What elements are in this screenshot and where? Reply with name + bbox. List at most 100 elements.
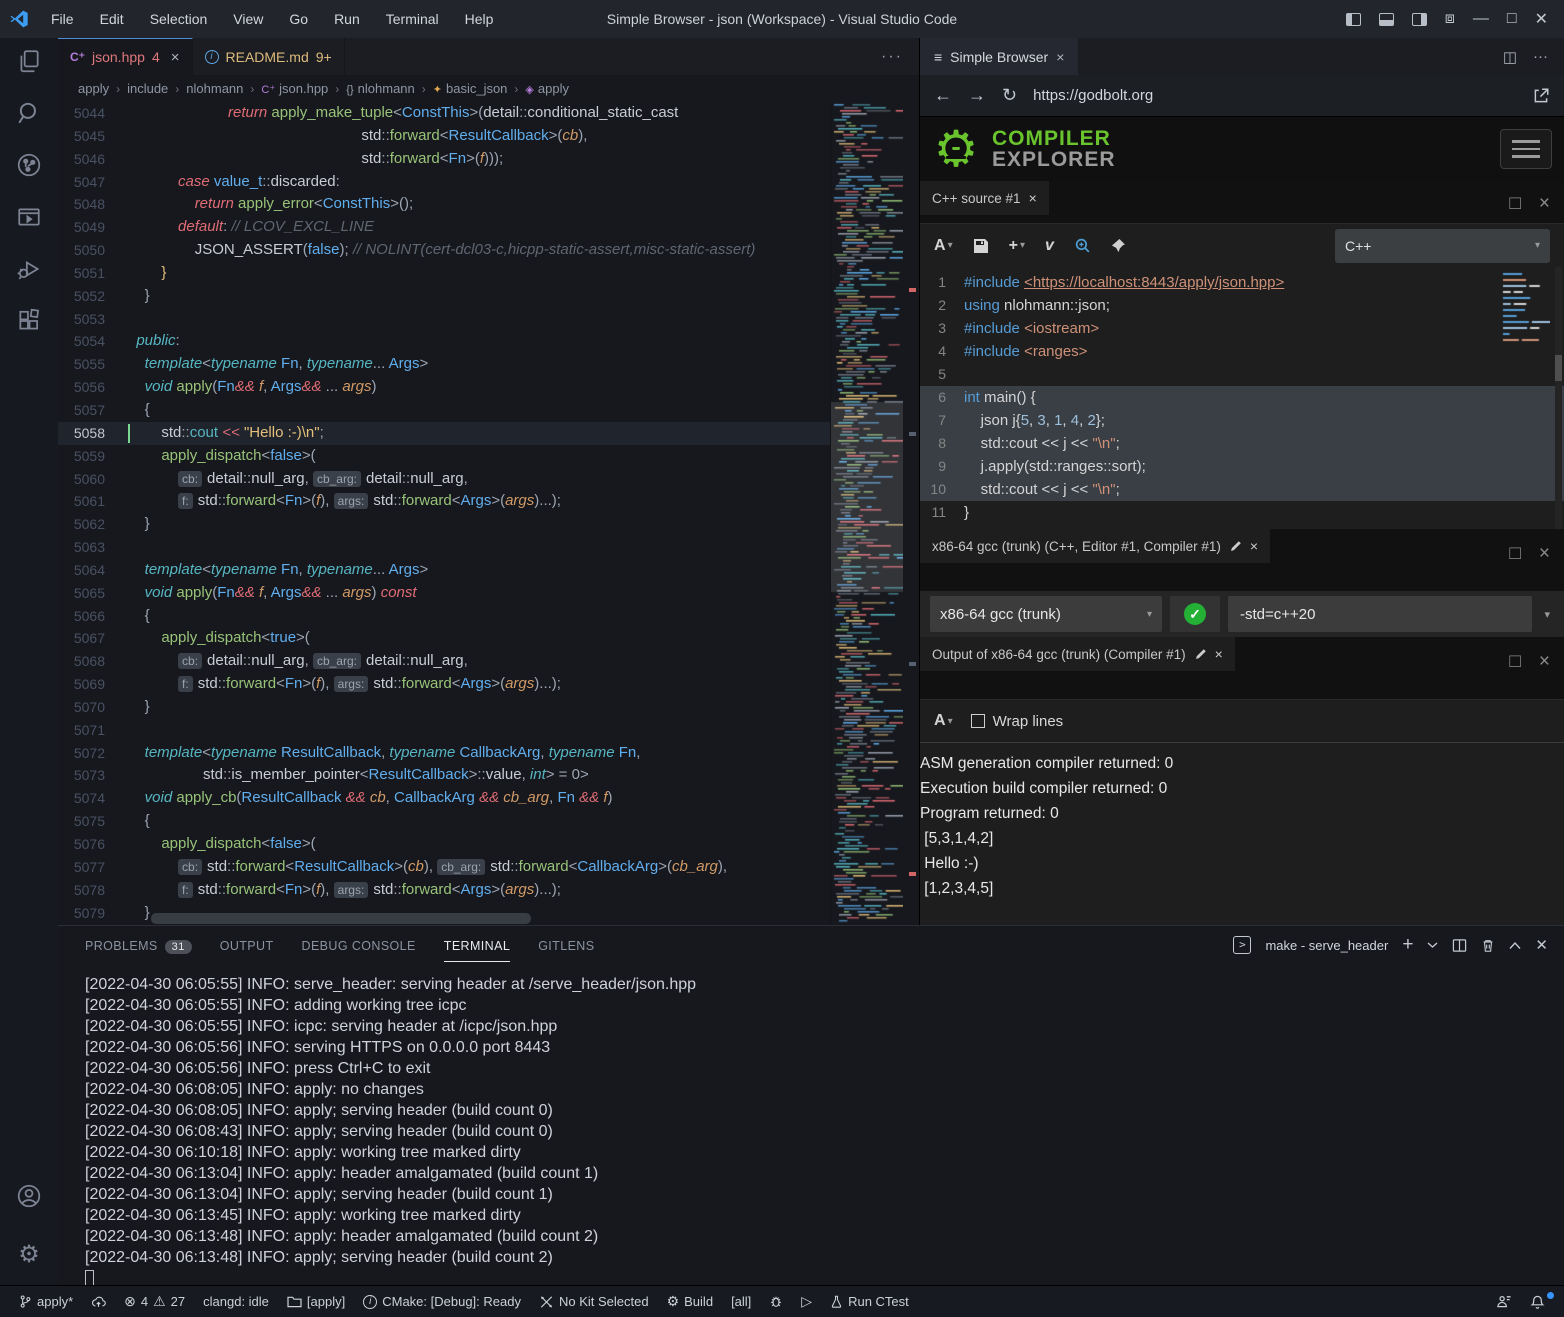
- menu-run[interactable]: Run: [321, 11, 373, 27]
- kill-terminal-icon[interactable]: [1481, 938, 1495, 953]
- breadcrumb-item-nlohmann[interactable]: nlohmann: [186, 81, 243, 96]
- compiler-explorer-logo-text[interactable]: COMPILER EXPLORER: [992, 128, 1116, 170]
- accounts-icon[interactable]: [16, 1183, 42, 1209]
- forward-icon[interactable]: →: [968, 85, 986, 106]
- breadcrumb-item-json.hpp[interactable]: C⁺json.hpp: [261, 81, 328, 96]
- split-editor-icon[interactable]: ◫: [1503, 48, 1517, 66]
- source-control-icon[interactable]: [16, 152, 42, 178]
- debug-item[interactable]: [762, 1286, 790, 1317]
- split-terminal-icon[interactable]: [1452, 938, 1467, 953]
- search-icon[interactable]: [16, 100, 42, 126]
- pin-icon[interactable]: [1111, 238, 1126, 253]
- feedback-item[interactable]: [1489, 1294, 1519, 1309]
- menu-terminal[interactable]: Terminal: [373, 11, 452, 27]
- add-icon[interactable]: +▾: [1009, 237, 1025, 255]
- panel-tab-debug-console[interactable]: DEBUG CONSOLE: [302, 929, 416, 962]
- kit-item[interactable]: No Kit Selected: [532, 1286, 656, 1317]
- toggle-secondary-sidebar-icon[interactable]: [1412, 13, 1427, 26]
- more-actions-icon[interactable]: ···: [1533, 48, 1548, 65]
- close-tab-icon[interactable]: ×: [1056, 49, 1064, 65]
- maximize-pane-icon[interactable]: □: [1509, 193, 1520, 215]
- menu-go[interactable]: Go: [276, 11, 321, 27]
- tab-simple-browser[interactable]: ≡ Simple Browser ×: [920, 38, 1078, 75]
- output-pane-tab[interactable]: Output of x86-64 gcc (trunk) (Compiler #…: [920, 637, 1235, 671]
- cmake-project-item[interactable]: [apply]: [280, 1286, 352, 1317]
- close-pane-icon[interactable]: ×: [1539, 651, 1550, 673]
- font-size-icon[interactable]: A▾: [934, 712, 953, 730]
- compiler-pane-tab[interactable]: x86-64 gcc (trunk) (C++, Editor #1, Comp…: [920, 529, 1270, 563]
- back-icon[interactable]: ←: [934, 85, 952, 106]
- settings-gear-icon[interactable]: ⚙: [16, 1241, 42, 1267]
- breadcrumb-item-apply[interactable]: apply: [78, 81, 109, 96]
- close-icon[interactable]: ×: [1029, 190, 1037, 206]
- maximize-button[interactable]: □: [1507, 10, 1517, 28]
- tab-json-hpp[interactable]: C⁺ json.hpp 4 ×: [58, 38, 193, 75]
- close-panel-icon[interactable]: ✕: [1535, 936, 1548, 954]
- breadcrumb-item-basic_json[interactable]: ✦basic_json: [433, 81, 508, 96]
- minimize-button[interactable]: —: [1473, 10, 1489, 28]
- open-external-icon[interactable]: [1532, 87, 1550, 105]
- toggle-panel-icon[interactable]: [1379, 13, 1394, 26]
- compiler-select[interactable]: x86-64 gcc (trunk)▾: [930, 596, 1162, 632]
- extensions-icon[interactable]: [16, 308, 42, 334]
- run-debug-icon[interactable]: [16, 256, 42, 282]
- menu-selection[interactable]: Selection: [137, 11, 221, 27]
- panel-tab-output[interactable]: OUTPUT: [220, 929, 274, 962]
- save-icon[interactable]: [973, 238, 989, 254]
- terminal-output[interactable]: [2022-04-30 06:05:55] INFO: serve_header…: [58, 964, 1564, 1285]
- customize-layout-icon[interactable]: ⧈: [1445, 10, 1455, 28]
- maximize-pane-icon[interactable]: □: [1509, 543, 1520, 565]
- breadcrumb-item-apply[interactable]: ◈apply: [525, 81, 569, 96]
- panel-tab-terminal[interactable]: TERMINAL: [444, 929, 510, 962]
- panel-tab-gitlens[interactable]: GITLENS: [538, 929, 594, 962]
- close-icon[interactable]: ×: [1215, 646, 1223, 662]
- sync-changes-item[interactable]: [84, 1286, 113, 1317]
- wrap-lines-checkbox[interactable]: Wrap lines: [971, 713, 1064, 730]
- toggle-sidebar-icon[interactable]: [1346, 13, 1361, 26]
- reload-icon[interactable]: ↻: [1002, 85, 1017, 106]
- url-input[interactable]: https://godbolt.org: [1033, 87, 1516, 104]
- git-branch-item[interactable]: apply*: [12, 1286, 80, 1317]
- compiler-explorer-logo-icon[interactable]: ⚙: [930, 123, 982, 175]
- explorer-icon[interactable]: [16, 48, 42, 74]
- source-pane-tab[interactable]: C++ source #1 ×: [920, 181, 1049, 215]
- language-select[interactable]: C++▾: [1335, 229, 1550, 263]
- cmake-status-item[interactable]: i CMake: [Debug]: Ready: [356, 1286, 528, 1317]
- new-terminal-icon[interactable]: +: [1402, 934, 1413, 956]
- close-pane-icon[interactable]: ×: [1539, 543, 1550, 565]
- ctest-item[interactable]: Run CTest: [823, 1286, 916, 1317]
- menu-file[interactable]: File: [38, 11, 87, 27]
- horizontal-scrollbar[interactable]: [151, 913, 531, 924]
- zoom-search-icon[interactable]: [1074, 237, 1091, 254]
- godbolt-source-editor[interactable]: 1#include <https://localhost:8443/apply/…: [920, 267, 1564, 529]
- close-pane-icon[interactable]: ×: [1539, 193, 1550, 215]
- editor-more-actions-icon[interactable]: ···: [881, 38, 919, 75]
- breadcrumb-item-include[interactable]: include: [127, 81, 168, 96]
- terminal-dropdown-icon[interactable]: [1427, 941, 1438, 949]
- compiler-options-input[interactable]: -std=c++20: [1228, 596, 1532, 632]
- rename-pane-icon[interactable]: [1194, 648, 1207, 661]
- godbolt-scrollbar[interactable]: [1555, 267, 1562, 529]
- close-icon[interactable]: ×: [1250, 538, 1258, 554]
- build-target-item[interactable]: [all]: [724, 1286, 758, 1317]
- problems-item[interactable]: ⊗4 ⚠27: [117, 1286, 192, 1317]
- options-dropdown-icon[interactable]: ▾: [1540, 608, 1554, 621]
- hamburger-menu-icon[interactable]: [1500, 129, 1552, 169]
- build-item[interactable]: ⚙Build: [660, 1286, 720, 1317]
- compiler-output-text[interactable]: ASM generation compiler returned: 0Execu…: [920, 743, 1564, 925]
- tab-readme-md[interactable]: i README.md 9+: [193, 38, 345, 75]
- minimap[interactable]: [830, 102, 903, 925]
- menu-edit[interactable]: Edit: [87, 11, 137, 27]
- maximize-pane-icon[interactable]: □: [1509, 651, 1520, 673]
- menu-help[interactable]: Help: [452, 11, 507, 27]
- vim-mode-icon[interactable]: v: [1045, 237, 1054, 255]
- font-size-icon[interactable]: A▾: [934, 237, 953, 255]
- close-window-button[interactable]: ✕: [1535, 9, 1548, 29]
- notifications-item[interactable]: [1523, 1294, 1552, 1310]
- close-tab-icon[interactable]: ×: [171, 49, 180, 66]
- menu-view[interactable]: View: [220, 11, 276, 27]
- code-editor[interactable]: 5044 return apply_make_tuple<ConstThis>(…: [58, 102, 919, 925]
- maximize-panel-icon[interactable]: [1509, 941, 1521, 950]
- launch-item[interactable]: ▷: [794, 1286, 819, 1317]
- panel-tab-problems[interactable]: PROBLEMS31: [85, 929, 192, 962]
